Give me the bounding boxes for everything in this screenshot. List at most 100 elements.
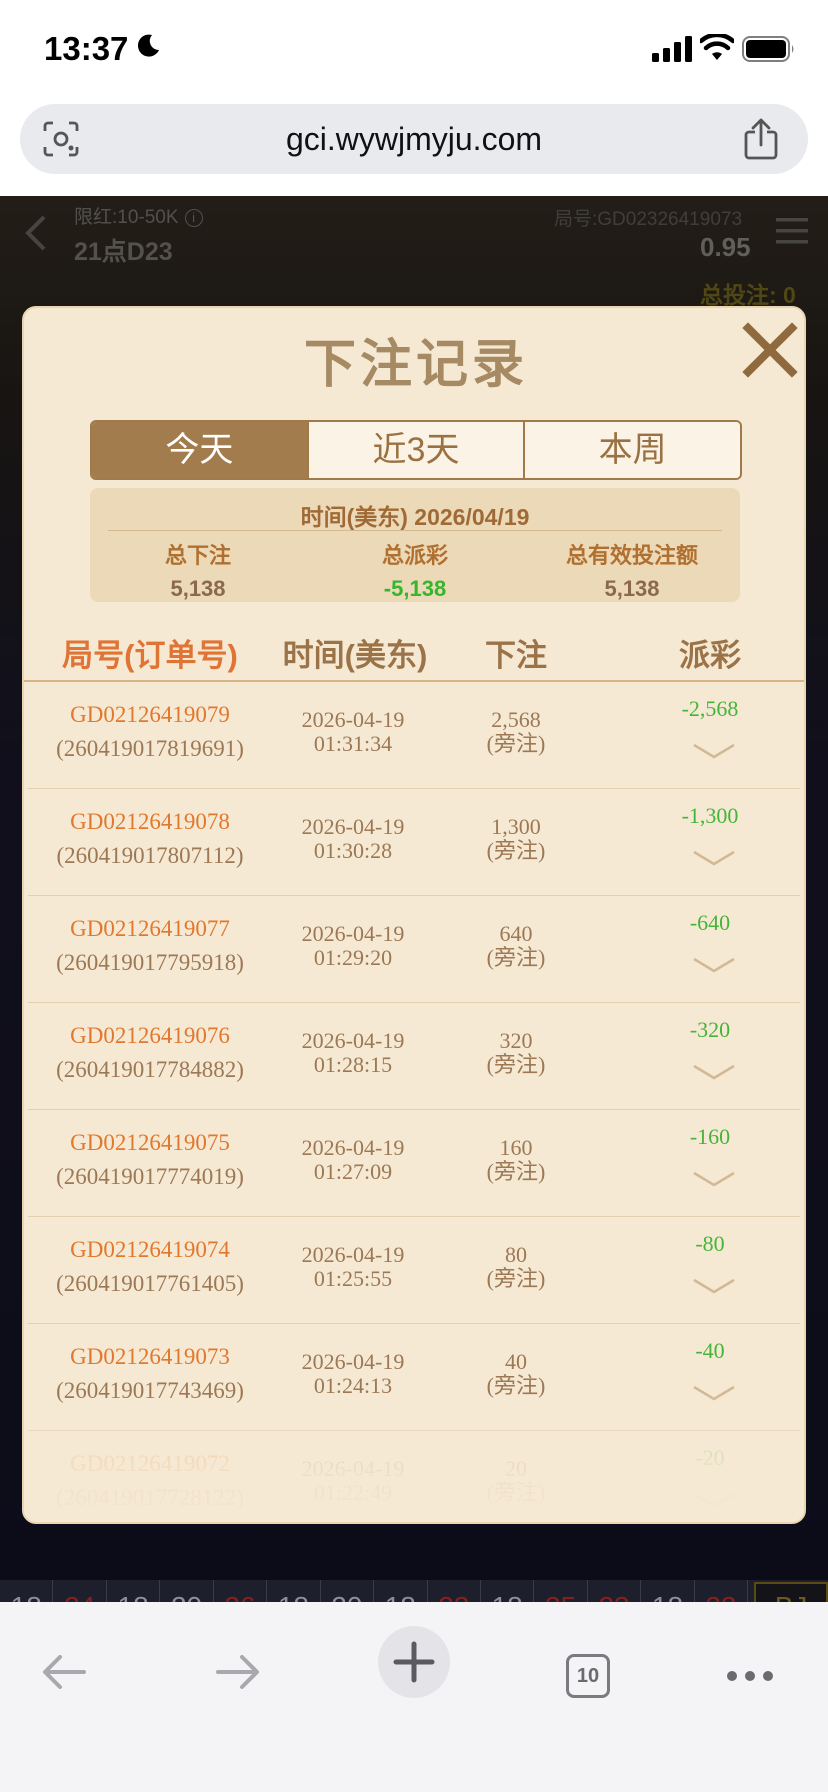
record-clock: 01:22:49: [313, 1480, 393, 1505]
record-row[interactable]: GD02126419079 (260419017819691) 2026-04-19…: [28, 682, 800, 789]
column-time: 时间(美东): [282, 638, 428, 673]
record-list[interactable]: GD02126419079 (260419017819691) 2026-04-19…: [28, 682, 800, 1522]
valid-bet-value: 5,138: [604, 576, 660, 601]
record-date: 2026-04-19: [301, 814, 405, 839]
moon-icon: [137, 34, 159, 57]
bet-type: (旁注): [486, 1373, 546, 1398]
round-id: GD02126419075: [70, 1130, 230, 1155]
record-row[interactable]: GD02126419073 (260419017743469) 2026-04-19…: [28, 1324, 800, 1431]
share-icon[interactable]: [742, 118, 780, 160]
bet-amount: 20: [505, 1456, 527, 1481]
bet-amount: 320: [499, 1028, 533, 1053]
payout-amount: -20: [695, 1445, 725, 1470]
new-tab-button[interactable]: [378, 1626, 450, 1698]
status-time: 13:37: [44, 30, 129, 67]
record-row[interactable]: GD02126419077 (260419017795918) 2026-04-19…: [28, 896, 800, 1003]
round-id: GD02126419079: [70, 702, 230, 727]
bet-amount: 80: [505, 1242, 527, 1267]
record-bet: 1,300 (旁注): [434, 815, 598, 863]
more-icon[interactable]: [726, 1670, 774, 1682]
bet-type: (旁注): [486, 838, 546, 863]
record-date: 2026-04-19: [301, 1028, 405, 1053]
chevron-down-icon[interactable]: [692, 849, 736, 867]
browser-toolbar: 10: [0, 1602, 828, 1792]
address-bar[interactable]: gci.wywjmyju.com: [20, 104, 808, 174]
payout-amount: -320: [689, 1017, 731, 1042]
date-range-tabs: 今天 近3天 本周: [90, 420, 742, 480]
record-time: 2026-04-19 01:27:09: [272, 1136, 434, 1184]
bet-amount: 160: [499, 1135, 533, 1160]
record-time: 2026-04-19 01:22:49: [272, 1457, 434, 1505]
chevron-down-icon[interactable]: [692, 1277, 736, 1295]
browser-address-area: gci.wywjmyju.com: [0, 98, 828, 196]
close-icon[interactable]: [742, 322, 798, 378]
payout-amount: -640: [689, 910, 731, 935]
payout-amount: -1,300: [681, 803, 739, 828]
record-clock: 01:30:28: [313, 838, 393, 863]
record-clock: 01:24:13: [313, 1373, 393, 1398]
record-clock: 01:28:15: [313, 1052, 393, 1077]
summary-valid-bet: 总有效投注额 5,138: [524, 538, 740, 602]
summary-divider: [108, 530, 722, 531]
record-clock: 01:25:55: [313, 1266, 393, 1291]
bet-record-modal: 下注记录 今天 近3天 本周 时间(美东) 2026/04/19 总下注 5,1…: [22, 306, 806, 1524]
record-row[interactable]: GD02126419072 (260419017728122) 2026-04-19…: [28, 1431, 800, 1522]
record-date: 2026-04-19: [301, 921, 405, 946]
order-number: (260419017728122): [56, 1485, 244, 1510]
record-clock: 01:27:09: [313, 1159, 393, 1184]
bet-type: (旁注): [486, 1480, 546, 1505]
record-time: 2026-04-19 01:24:13: [272, 1350, 434, 1398]
chevron-down-icon[interactable]: [692, 1170, 736, 1188]
round-id: GD02126419078: [70, 809, 230, 834]
bet-type: (旁注): [486, 731, 546, 756]
round-id: GD02126419074: [70, 1237, 230, 1262]
wifi-icon: [700, 34, 734, 60]
round-id: GD02126419076: [70, 1023, 230, 1048]
total-payout-value: -5,138: [383, 576, 447, 601]
payout-amount: -80: [695, 1231, 725, 1256]
record-clock: 01:31:34: [313, 731, 393, 756]
bet-type: (旁注): [486, 945, 546, 970]
order-number: (260419017807112): [56, 843, 244, 868]
record-row[interactable]: GD02126419076 (260419017784882) 2026-04-19…: [28, 1003, 800, 1110]
order-number: (260419017761405): [56, 1271, 244, 1296]
order-number: (260419017784882): [56, 1057, 244, 1082]
tab-today[interactable]: 今天: [92, 422, 309, 478]
order-number: (260419017743469): [56, 1378, 244, 1403]
tab-this-week[interactable]: 本周: [525, 422, 740, 478]
url-text: gci.wywjmyju.com: [285, 121, 543, 157]
total-bet-value: 5,138: [170, 576, 226, 601]
forward-arrow-icon[interactable]: [214, 1652, 262, 1692]
payout-amount: -40: [695, 1338, 725, 1363]
round-id: GD02126419073: [70, 1344, 230, 1369]
record-time: 2026-04-19 01:28:15: [272, 1029, 434, 1077]
payout-amount: -160: [689, 1124, 731, 1149]
table-header: 局号(订单号) 时间(美东) 下注 派彩: [24, 630, 804, 682]
order-number: (260419017774019): [56, 1164, 244, 1189]
record-row[interactable]: GD02126419075 (260419017774019) 2026-04-19…: [28, 1110, 800, 1217]
chevron-down-icon[interactable]: [692, 1384, 736, 1402]
back-arrow-icon[interactable]: [40, 1652, 88, 1692]
record-time: 2026-04-19 01:25:55: [272, 1243, 434, 1291]
bet-type: (旁注): [486, 1159, 546, 1184]
summary-total-bet: 总下注 5,138: [90, 538, 306, 602]
record-time: 2026-04-19 01:29:20: [272, 922, 434, 970]
total-payout-label: 总派彩: [381, 543, 448, 568]
bet-amount: 40: [505, 1349, 527, 1374]
record-date: 2026-04-19: [301, 1349, 405, 1374]
record-row[interactable]: GD02126419078 (260419017807112) 2026-04-19…: [28, 789, 800, 896]
plus-icon: [393, 1641, 435, 1683]
record-row[interactable]: GD02126419074 (260419017761405) 2026-04-19…: [28, 1217, 800, 1324]
bet-type: (旁注): [486, 1266, 546, 1291]
chevron-down-icon[interactable]: [692, 742, 736, 760]
chevron-down-icon[interactable]: [692, 1491, 736, 1509]
bet-type: (旁注): [486, 1052, 546, 1077]
tab-last-3-days[interactable]: 近3天: [308, 422, 526, 478]
bet-amount: 1,300: [491, 814, 541, 839]
record-bet: 40 (旁注): [434, 1350, 598, 1398]
tabs-icon[interactable]: 10: [566, 1654, 610, 1698]
chevron-down-icon[interactable]: [692, 956, 736, 974]
record-bet: 160 (旁注): [434, 1136, 598, 1184]
battery-icon: [742, 36, 794, 62]
chevron-down-icon[interactable]: [692, 1063, 736, 1081]
